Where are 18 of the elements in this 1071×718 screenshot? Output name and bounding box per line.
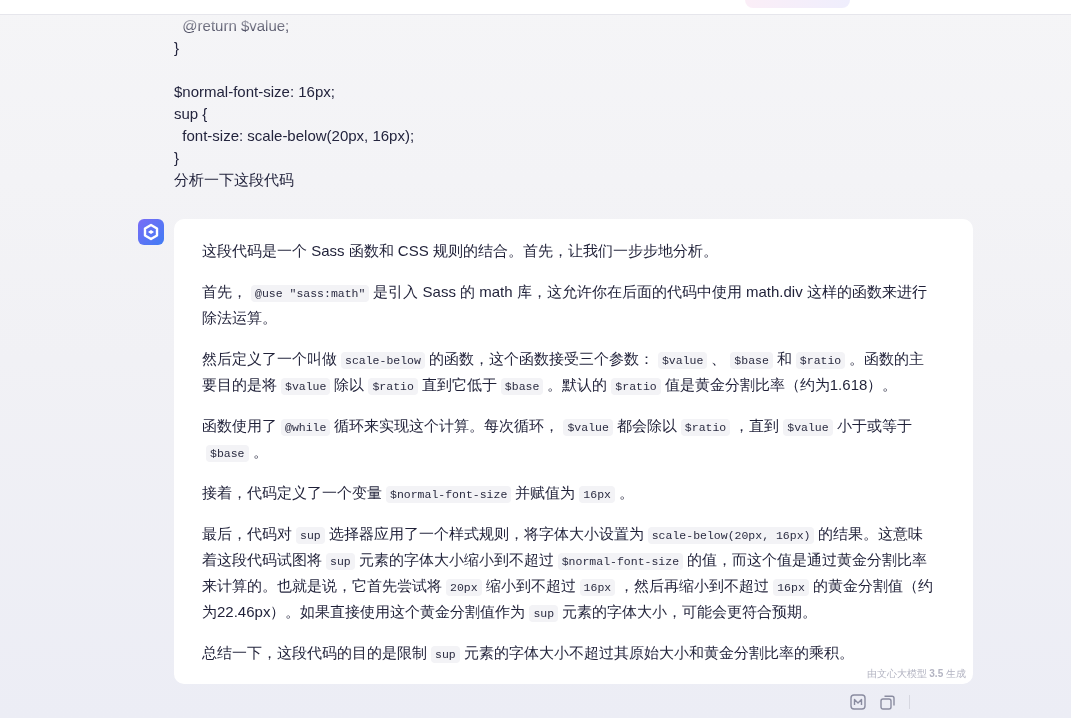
code-line: sup { — [174, 104, 208, 124]
answer-paragraph: 总结一下，这段代码的目的是限制 sup 元素的字体大小不超过其原始大小和黄金分割比率的乘积。 — [202, 643, 855, 665]
code-line: } — [174, 148, 179, 168]
answer-paragraph: 然后定义了一个叫做 scale-below 的函数，这个函数接受三个参数： $value 、 $base 和 $ratio 。函数的主要目的是将 $value 除以 $ratio 直到它低于 $base 。默认的 $ratio 值是黄金分割比率（约为1.618）。 — [202, 349, 926, 397]
model-credit-text: 由文心大模型 3.5 生成 — [866, 668, 966, 680]
answer-paragraph: 首先， @use "sass:math" 是引入 Sass 的 math 库，这允许你在后面的代码中使用 math.div 这样的函数来进行除法运算。 — [202, 282, 928, 328]
zigzag-box-icon[interactable] — [850, 694, 866, 710]
hexagon-logo-icon — [138, 219, 164, 245]
answer-paragraph: 接着，代码定义了一个变量 $normal-font-size 并赋值为 16px 。 — [202, 483, 635, 505]
code-line: @return $value; — [181, 16, 290, 36]
answer-paragraph: 函数使用了 @while 循环来实现这个计算。每次循环， $value 都会除以 $ratio ，直到 $value 小于或等于 $base 。 — [202, 416, 913, 464]
copy-icon[interactable] — [880, 694, 895, 710]
code-line: font-size: scale-below(20px, 16px); — [181, 126, 415, 146]
question-text: 分析一下这段代码 — [174, 170, 294, 190]
code-line: } — [174, 38, 179, 58]
answer-paragraph: 最后，代码对 sup 选择器应用了一个样式规则，将字体大小设置为 scale-below(20px, 16px) 的结果。这意味着这段代码试图将 sup 元素的字体大小缩小到不超过 $normal-font-size 的值，而这个值是通过黄金分割比率来计算的。也就是说，它首先尝试将 20px 缩小到不超过 16px ，然后再缩小到不超过 16px 的黄金分割值（约为22.46px）。如果直接使用这个黄金分割值作为 sup 元素的字体大小，可能会更符合预期。 — [202, 524, 934, 624]
code-line: $normal-font-size: 16px; — [174, 82, 335, 102]
answer-paragraph: 这段代码是一个 Sass 函数和 CSS 规则的结合。首先，让我们一步步地分析。 — [202, 241, 719, 261]
